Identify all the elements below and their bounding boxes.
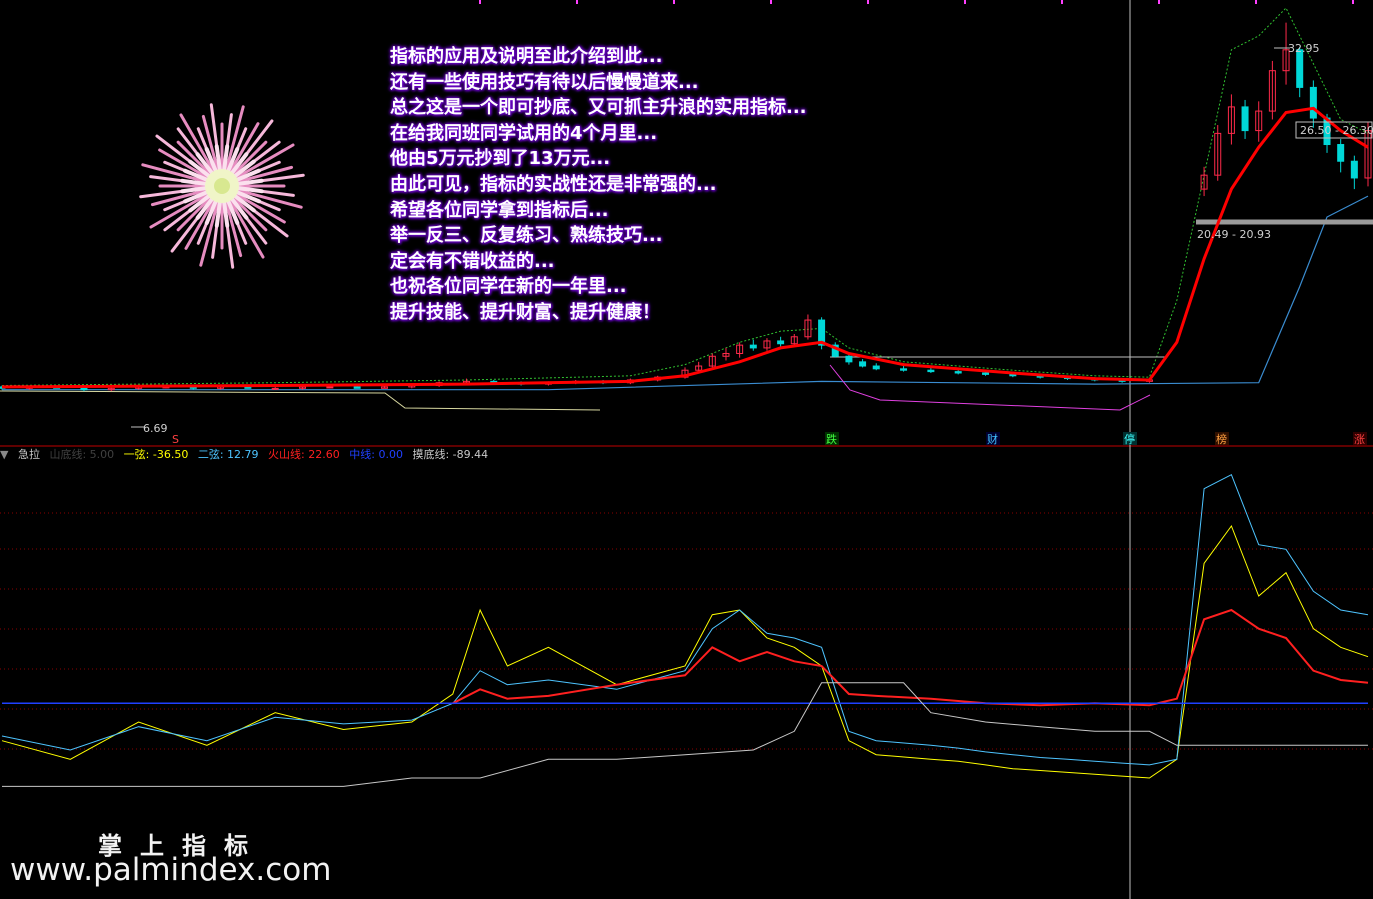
- flower-decoration: [139, 103, 305, 269]
- legend-item-erxian: 二弦: 12.79: [197, 448, 259, 461]
- annotation-line: 由此可见，指标的实战性还是非常强的...: [390, 173, 717, 195]
- candle-body: [900, 368, 908, 371]
- candle-body: [777, 340, 785, 345]
- event-marker: 跌: [826, 432, 837, 446]
- upper-band-line: [0, 390, 601, 411]
- candle-body: [1337, 144, 1345, 162]
- legend-item-zhongxian: 中线: 0.00: [349, 448, 403, 461]
- candle-body: [271, 387, 279, 390]
- candle-body: [749, 344, 757, 349]
- indicator-series-line: [2, 682, 1368, 787]
- candle-body: [845, 355, 853, 363]
- candle-body: [1309, 86, 1317, 119]
- indicator-name[interactable]: 急拉: [18, 448, 40, 461]
- event-marker: 榜: [1216, 432, 1227, 446]
- watermark-url: www.palmindex.com: [10, 852, 332, 888]
- candle-body: [954, 371, 962, 374]
- indicator-legend: ▼ 急拉 山底线: 5.00 一弦: -36.50 二弦: 12.79 火山线:…: [0, 447, 700, 463]
- annotation-line: 希望各位同学拿到指标后...: [390, 199, 609, 221]
- annotation-line: 举一反三、反复练习、熟练技巧...: [390, 225, 663, 247]
- annotation-text-block: 指标的应用及说明至此介绍到此... 还有一些使用技巧有待以后慢慢道来... 总之…: [390, 44, 807, 326]
- legend-item-huoshan: 火山线: 22.60: [268, 448, 340, 461]
- flower-center: [214, 178, 230, 194]
- event-marker: 涨: [1354, 433, 1365, 446]
- candle-body: [353, 386, 361, 389]
- event-marker: S: [172, 433, 179, 446]
- price-label: 6.69: [143, 422, 168, 435]
- legend-item-yixian: 一弦: -36.50: [123, 448, 189, 461]
- event-marker: 财: [987, 432, 998, 446]
- legend-item-shandi: 山底线: 5.00: [49, 448, 115, 461]
- candle-body: [1350, 160, 1358, 179]
- candle-body: [859, 361, 867, 367]
- annotation-line: 提升技能、提升财富、提升健康！: [390, 301, 660, 323]
- candle-body: [927, 369, 935, 373]
- candle-body: [326, 386, 334, 389]
- indicator-panel: [1, 474, 1369, 787]
- candle-body: [872, 365, 880, 370]
- price-label: 32.95: [1288, 42, 1320, 55]
- annotation-line: 也祝各位同学在新的一年里...: [390, 276, 627, 298]
- price-label: 20.49 - 20.93: [1197, 228, 1271, 241]
- annotation-line: 总之这是一个即可抄底、又可抓主升浪的实用指标...: [390, 97, 807, 119]
- indicator-series-line: [1, 474, 1369, 766]
- price-label: 26.50 - 26.30: [1300, 124, 1373, 137]
- legend-item-modi: 摸底线: -89.44: [412, 448, 489, 461]
- candle-body: [80, 387, 88, 391]
- annotation-line: 在给我同班同学试用的4个月里...: [390, 122, 658, 144]
- annotation-line: 指标的应用及说明至此介绍到此...: [390, 46, 663, 67]
- event-marker: 停: [1124, 432, 1135, 446]
- annotation-line: 还有一些使用技巧有待以后慢慢道来...: [390, 71, 699, 93]
- annotation-line: 他由5万元抄到了13万元...: [390, 148, 611, 170]
- annotation-line: 定会有不错收益的...: [390, 250, 555, 272]
- candle-body: [1241, 106, 1249, 132]
- candle-body: [982, 372, 990, 375]
- collapse-icon[interactable]: ▼: [0, 448, 8, 461]
- candle-body: [1296, 49, 1304, 88]
